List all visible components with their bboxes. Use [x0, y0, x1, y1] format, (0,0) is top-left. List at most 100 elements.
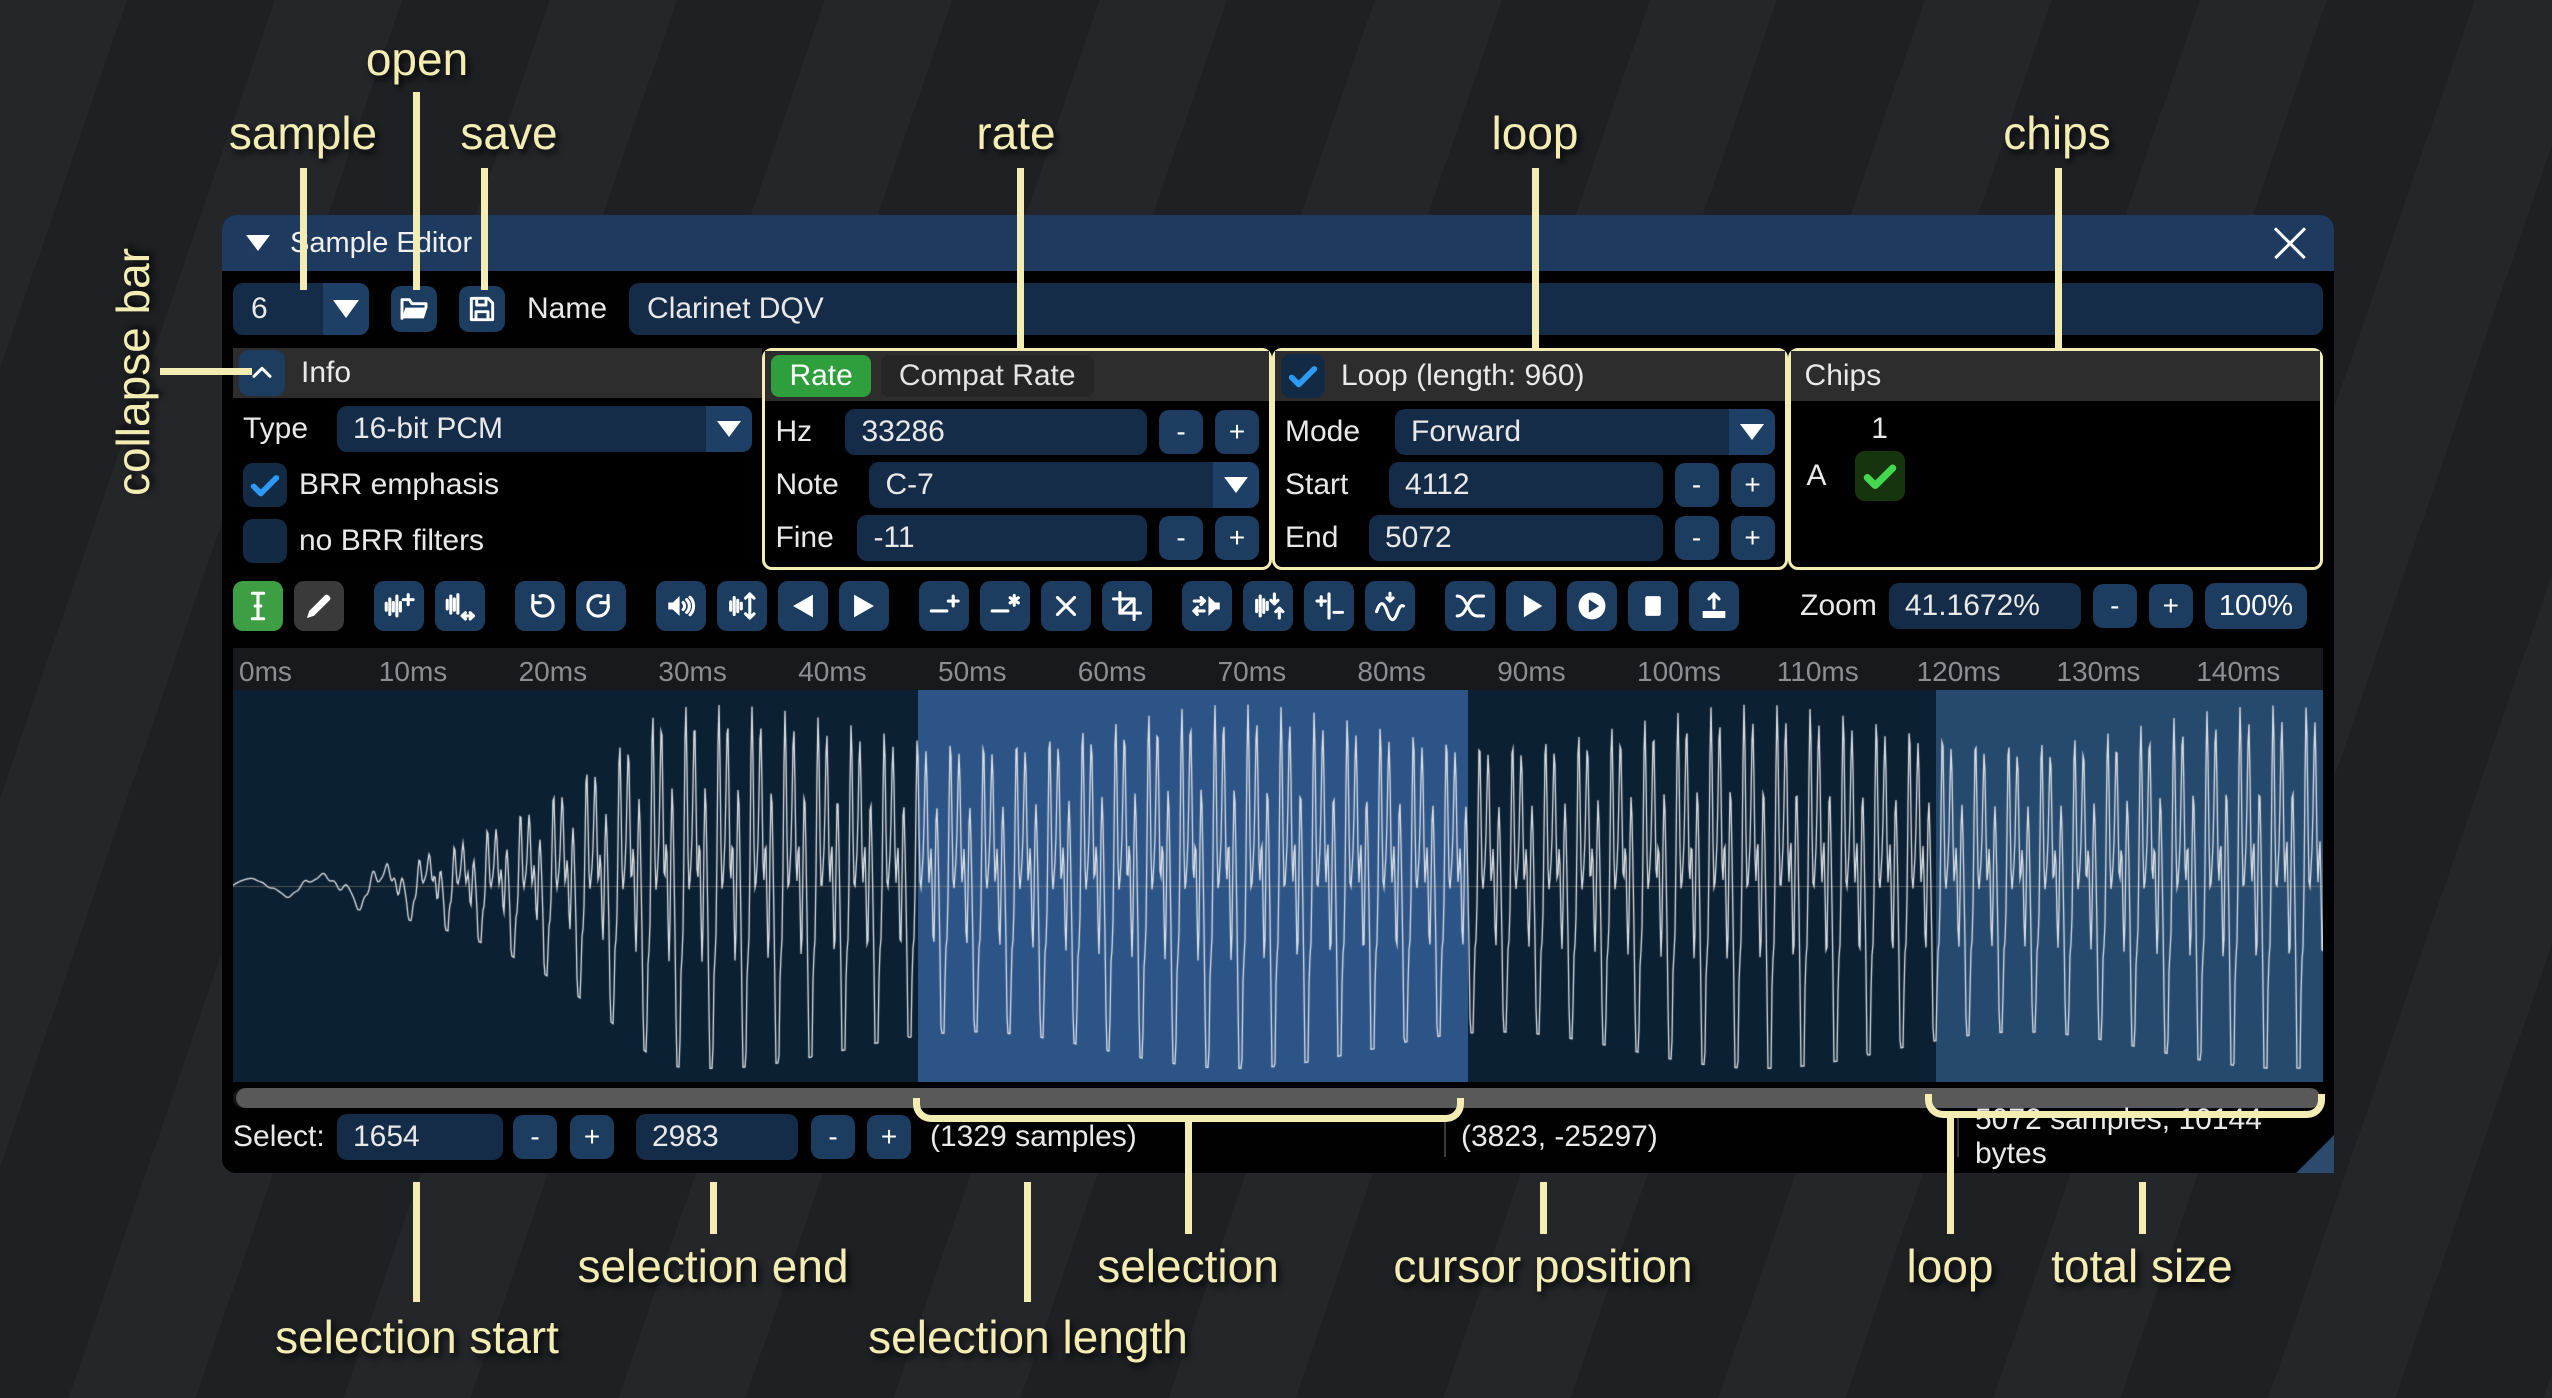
sample-name-input[interactable]: Clarinet DQV [629, 283, 2323, 335]
hz-minus-button[interactable]: - [1159, 410, 1203, 454]
ruler-tick-label: 60ms [1078, 656, 1146, 688]
window-titlebar[interactable]: Sample Editor [222, 215, 2334, 271]
filter-icon [1373, 589, 1407, 623]
resample-icon [443, 589, 477, 623]
annotation-loop-line [1532, 168, 1539, 350]
tool-invert-button[interactable] [1243, 581, 1293, 631]
annotation-label-selection-start: selection start [275, 1310, 559, 1364]
tool-resize-button[interactable] [374, 581, 424, 631]
loop-start-plus-button[interactable]: + [1731, 463, 1775, 507]
selection-end-input[interactable]: 2983 [636, 1114, 798, 1160]
hz-input[interactable]: 33286 [845, 409, 1147, 455]
tool-sign-convert-button[interactable] [1304, 581, 1354, 631]
annotation-label-sample: sample [229, 106, 377, 160]
no-brr-filters-checkbox[interactable] [243, 519, 287, 563]
zoom-in-button[interactable]: + [2149, 584, 2193, 628]
tool-fade-in-button[interactable] [778, 581, 828, 631]
check-icon [1286, 359, 1320, 393]
brr-emphasis-label: BRR emphasis [299, 468, 499, 502]
annotation-collapse-bar-line [160, 368, 252, 375]
zoom-input[interactable]: 41.1672% [1889, 583, 2081, 629]
tool-resample-button[interactable] [435, 581, 485, 631]
chevron-down-icon[interactable] [323, 283, 369, 335]
loop-panel-header: Loop (length: 960) [1275, 351, 1785, 401]
tool-fade-out-button[interactable] [839, 581, 889, 631]
fine-input[interactable]: -11 [857, 515, 1147, 561]
chip-a1-checkbox[interactable] [1855, 451, 1905, 501]
tool-preview-loop-button[interactable] [1567, 581, 1617, 631]
no-brr-filters-label: no BRR filters [299, 524, 484, 558]
loop-start-minus-button[interactable]: - [1675, 463, 1719, 507]
loop-end-minus-button[interactable]: - [1675, 516, 1719, 560]
zoom-out-button[interactable]: - [2093, 584, 2137, 628]
redo-icon [584, 589, 618, 623]
window-resize-grip[interactable] [2296, 1135, 2334, 1173]
cursor-position-text: (3823, -25297) [1461, 1120, 1658, 1154]
tool-filter-button[interactable] [1365, 581, 1415, 631]
tool-undo-button[interactable] [515, 581, 565, 631]
tool-insert-silence-button[interactable] [919, 581, 969, 631]
tab-rate[interactable]: Rate [771, 355, 870, 397]
tool-stop-button[interactable] [1628, 581, 1678, 631]
selection-end-plus-button[interactable]: + [867, 1115, 911, 1159]
tool-draw-button[interactable] [294, 581, 344, 631]
tool-normalize-button[interactable] [717, 581, 767, 631]
check-icon [248, 468, 282, 502]
tool-delete-button[interactable] [1041, 581, 1091, 631]
info-panel-title: Info [301, 356, 351, 390]
waveform-canvas[interactable] [233, 690, 2323, 1082]
tool-reverse-button[interactable] [1182, 581, 1232, 631]
sample-name-row: 6 Name Clarinet DQV [233, 283, 2323, 335]
fine-minus-button[interactable]: - [1159, 516, 1203, 560]
tab-compat-rate[interactable]: Compat Rate [881, 355, 1094, 397]
ruler-tick-label: 50ms [938, 656, 1006, 688]
sample-type-combo[interactable]: 16-bit PCM [337, 406, 752, 452]
annotation-sample-line [300, 168, 307, 290]
fine-plus-button[interactable]: + [1215, 516, 1259, 560]
selection-start-input[interactable]: 1654 [337, 1114, 503, 1160]
waveform-display[interactable] [233, 690, 2323, 1082]
time-ruler[interactable]: 0ms10ms20ms30ms40ms50ms60ms70ms80ms90ms1… [233, 648, 2323, 690]
hz-plus-button[interactable]: + [1215, 410, 1259, 454]
zoom-reset-button[interactable]: 100% [2205, 583, 2307, 629]
delete-icon [1049, 589, 1083, 623]
window-collapse-caret-icon[interactable] [246, 235, 270, 251]
close-icon[interactable] [2270, 223, 2310, 263]
loop-end-input[interactable]: 5072 [1369, 515, 1663, 561]
tool-redo-button[interactable] [576, 581, 626, 631]
zoom-cluster: Zoom 41.1672% - + 100% [1800, 583, 2307, 629]
open-sample-button[interactable] [391, 286, 437, 332]
annotation-label-selection-end: selection end [577, 1239, 848, 1293]
annotation-label-save: save [460, 106, 557, 160]
loop-start-label: Start [1285, 468, 1377, 502]
annotation-label-chips: chips [2003, 106, 2110, 160]
tool-select-button[interactable] [233, 581, 283, 631]
sample-editor-window: Sample Editor 6 Name Clarinet DQV [222, 215, 2334, 1173]
annotation-label-loop: loop [1492, 106, 1579, 160]
loop-mode-combo[interactable]: Forward [1395, 409, 1775, 455]
loop-start-input[interactable]: 4112 [1389, 462, 1663, 508]
tool-crossfade-button[interactable] [1445, 581, 1495, 631]
tool-preview-button[interactable] [1506, 581, 1556, 631]
loop-mode-value: Forward [1395, 409, 1729, 455]
annotation-label-cursor-position: cursor position [1393, 1239, 1692, 1293]
tool-trim-button[interactable] [1102, 581, 1152, 631]
status-separator [1957, 1117, 1959, 1157]
select-icon [241, 589, 275, 623]
note-combo[interactable]: C-7 [869, 462, 1259, 508]
selection-start-minus-button[interactable]: - [513, 1115, 557, 1159]
selection-end-minus-button[interactable]: - [811, 1115, 855, 1159]
note-label: Note [775, 468, 857, 502]
save-sample-button[interactable] [459, 286, 505, 332]
brr-emphasis-checkbox[interactable] [243, 463, 287, 507]
tool-apply-silence-button[interactable] [980, 581, 1030, 631]
loop-end-plus-button[interactable]: + [1731, 516, 1775, 560]
selection-start-plus-button[interactable]: + [570, 1115, 614, 1159]
loop-enable-checkbox[interactable] [1281, 354, 1325, 398]
property-panels: Info Type 16-bit PCM BRR emph [233, 348, 2323, 570]
preview-icon [1514, 589, 1548, 623]
tool-amplify-button[interactable] [656, 581, 706, 631]
chip-column-header: 1 [1855, 412, 1905, 446]
tool-import-button[interactable] [1689, 581, 1739, 631]
sample-selector[interactable]: 6 [233, 283, 369, 335]
